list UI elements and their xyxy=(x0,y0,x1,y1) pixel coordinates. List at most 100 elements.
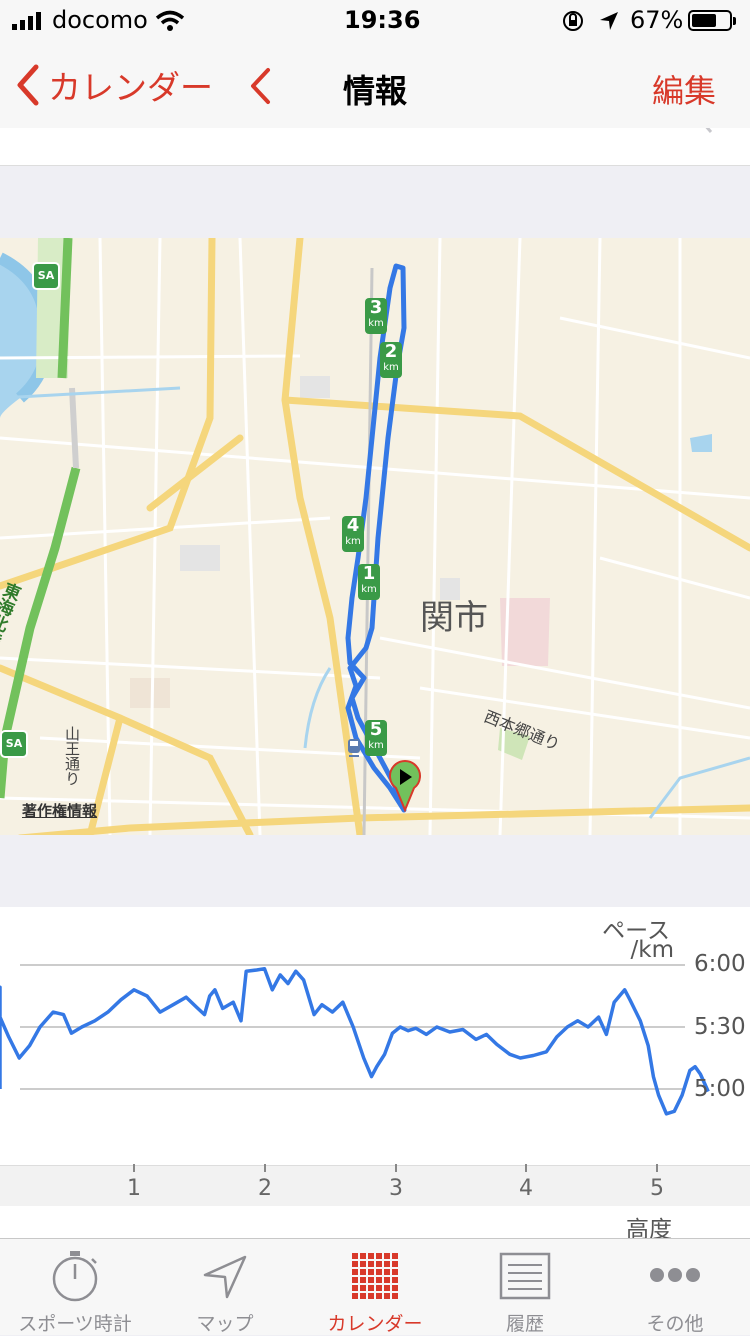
service-area-badge: SA xyxy=(0,730,28,758)
edit-button[interactable]: 編集 xyxy=(652,66,716,112)
tab-history[interactable]: 履歴 xyxy=(450,1239,600,1335)
back-button[interactable]: カレンダー xyxy=(14,62,213,108)
y-axis-unit: /km xyxy=(630,937,674,963)
x-tick xyxy=(133,1164,135,1172)
pace-chart: ペース /km 6:00 5:30 5:00 xyxy=(0,907,750,1165)
tab-label: 履歴 xyxy=(505,1313,544,1335)
tab-label: スポーツ時計 xyxy=(18,1313,132,1335)
copyright-link[interactable]: 著作権情報 xyxy=(22,800,97,821)
calendar-cell xyxy=(352,1261,358,1267)
battery-icon xyxy=(688,10,732,31)
chevron-left-icon xyxy=(17,64,39,106)
disclosure-chevron-icon xyxy=(705,128,713,133)
calendar-cell xyxy=(368,1253,374,1259)
calendar-cell xyxy=(392,1253,398,1259)
calendar-cell xyxy=(384,1293,390,1299)
x-tick xyxy=(395,1164,397,1172)
elevation-label: 高度 xyxy=(626,1217,672,1238)
city-label: 関市 xyxy=(420,598,488,638)
calendar-cell xyxy=(376,1269,382,1275)
tab-label: マップ xyxy=(196,1313,254,1335)
calendar-cell xyxy=(360,1269,366,1275)
service-area-badge: SA xyxy=(32,262,60,290)
calendar-cell xyxy=(392,1293,398,1299)
clock-time: 19:36 xyxy=(344,6,421,34)
navigation-bar: カレンダー 情報 編集 xyxy=(0,42,750,129)
stopwatch-icon xyxy=(52,1251,98,1302)
x-tick xyxy=(264,1164,266,1172)
y-tick-label: 6:00 xyxy=(694,951,746,977)
calendar-cell xyxy=(352,1253,358,1259)
calendar-cell xyxy=(384,1269,390,1275)
km-marker: 3 km xyxy=(365,298,387,334)
calendar-cell xyxy=(360,1293,366,1299)
tab-sports-watch[interactable]: スポーツ時計 xyxy=(0,1239,150,1335)
more-dots-icon xyxy=(650,1268,700,1282)
x-tick-label: 1 xyxy=(127,1176,141,1201)
calendar-cell xyxy=(368,1293,374,1299)
section-spacer xyxy=(0,835,750,907)
elevation-section: 高度 xyxy=(0,1206,750,1238)
x-tick-label: 3 xyxy=(389,1176,403,1201)
calendar-grid-icon xyxy=(352,1253,398,1299)
calendar-cell xyxy=(384,1277,390,1283)
location-arrow-icon xyxy=(203,1255,247,1299)
calendar-cell xyxy=(368,1277,374,1283)
signal-strength-icon xyxy=(12,12,41,30)
x-tick xyxy=(656,1164,658,1172)
start-pin-icon[interactable] xyxy=(388,760,422,812)
wifi-icon xyxy=(155,10,185,31)
y-tick-label: 5:30 xyxy=(694,1014,746,1040)
y-tick-label: 5:00 xyxy=(694,1076,746,1102)
tab-bar: スポーツ時計 マップ カレンダー 履歴 その他 xyxy=(0,1238,750,1335)
calendar-cell xyxy=(376,1285,382,1291)
calendar-cell xyxy=(384,1261,390,1267)
calendar-cell xyxy=(392,1277,398,1283)
tab-map[interactable]: マップ xyxy=(150,1239,300,1335)
calendar-cell xyxy=(352,1293,358,1299)
x-tick-label: 5 xyxy=(650,1176,664,1201)
history-list-icon xyxy=(499,1252,551,1300)
location-services-icon xyxy=(600,12,618,30)
tab-more[interactable]: その他 xyxy=(600,1239,750,1335)
km-marker: 2 km xyxy=(380,342,402,378)
km-marker: 4 km xyxy=(342,516,364,552)
orientation-lock-icon xyxy=(563,11,583,31)
calendar-cell xyxy=(360,1277,366,1283)
train-station-icon xyxy=(348,739,360,757)
calendar-cell xyxy=(376,1261,382,1267)
tab-calendar[interactable]: カレンダー xyxy=(300,1239,450,1335)
calendar-cell xyxy=(352,1285,358,1291)
calendar-cell xyxy=(368,1261,374,1267)
x-axis: 1 2 3 4 5 xyxy=(0,1164,750,1207)
km-marker: 1 km xyxy=(358,564,380,600)
calendar-cell xyxy=(360,1261,366,1267)
road-label: 山王通り xyxy=(63,726,81,786)
calendar-cell xyxy=(384,1285,390,1291)
calendar-cell xyxy=(392,1261,398,1267)
calendar-cell xyxy=(352,1277,358,1283)
calendar-cell xyxy=(360,1253,366,1259)
calendar-cell xyxy=(368,1285,374,1291)
carrier-name: docomo xyxy=(52,6,148,34)
route-map[interactable]: SA SA 1 km 2 km 3 km 4 km 5 km 関市 西本郷通り 山王通り … xyxy=(0,238,750,835)
back-button-label: カレンダー xyxy=(48,68,213,107)
status-bar: docomo 19:36 67% xyxy=(0,0,750,42)
calendar-cell xyxy=(352,1269,358,1275)
calendar-cell xyxy=(376,1277,382,1283)
weather-row[interactable] xyxy=(0,128,750,166)
calendar-cell xyxy=(384,1253,390,1259)
calendar-cell xyxy=(360,1285,366,1291)
x-tick-label: 4 xyxy=(519,1176,533,1201)
x-tick xyxy=(525,1164,527,1172)
km-marker: 5 km xyxy=(365,720,387,756)
calendar-cell xyxy=(376,1293,382,1299)
calendar-cell xyxy=(392,1285,398,1291)
x-tick-label: 2 xyxy=(258,1176,272,1201)
section-spacer xyxy=(0,166,750,238)
tab-label: その他 xyxy=(646,1313,704,1335)
previous-chevron-icon[interactable] xyxy=(248,67,272,105)
tab-label: カレンダー xyxy=(327,1313,423,1335)
calendar-cell xyxy=(392,1269,398,1275)
pace-line xyxy=(0,966,710,1116)
